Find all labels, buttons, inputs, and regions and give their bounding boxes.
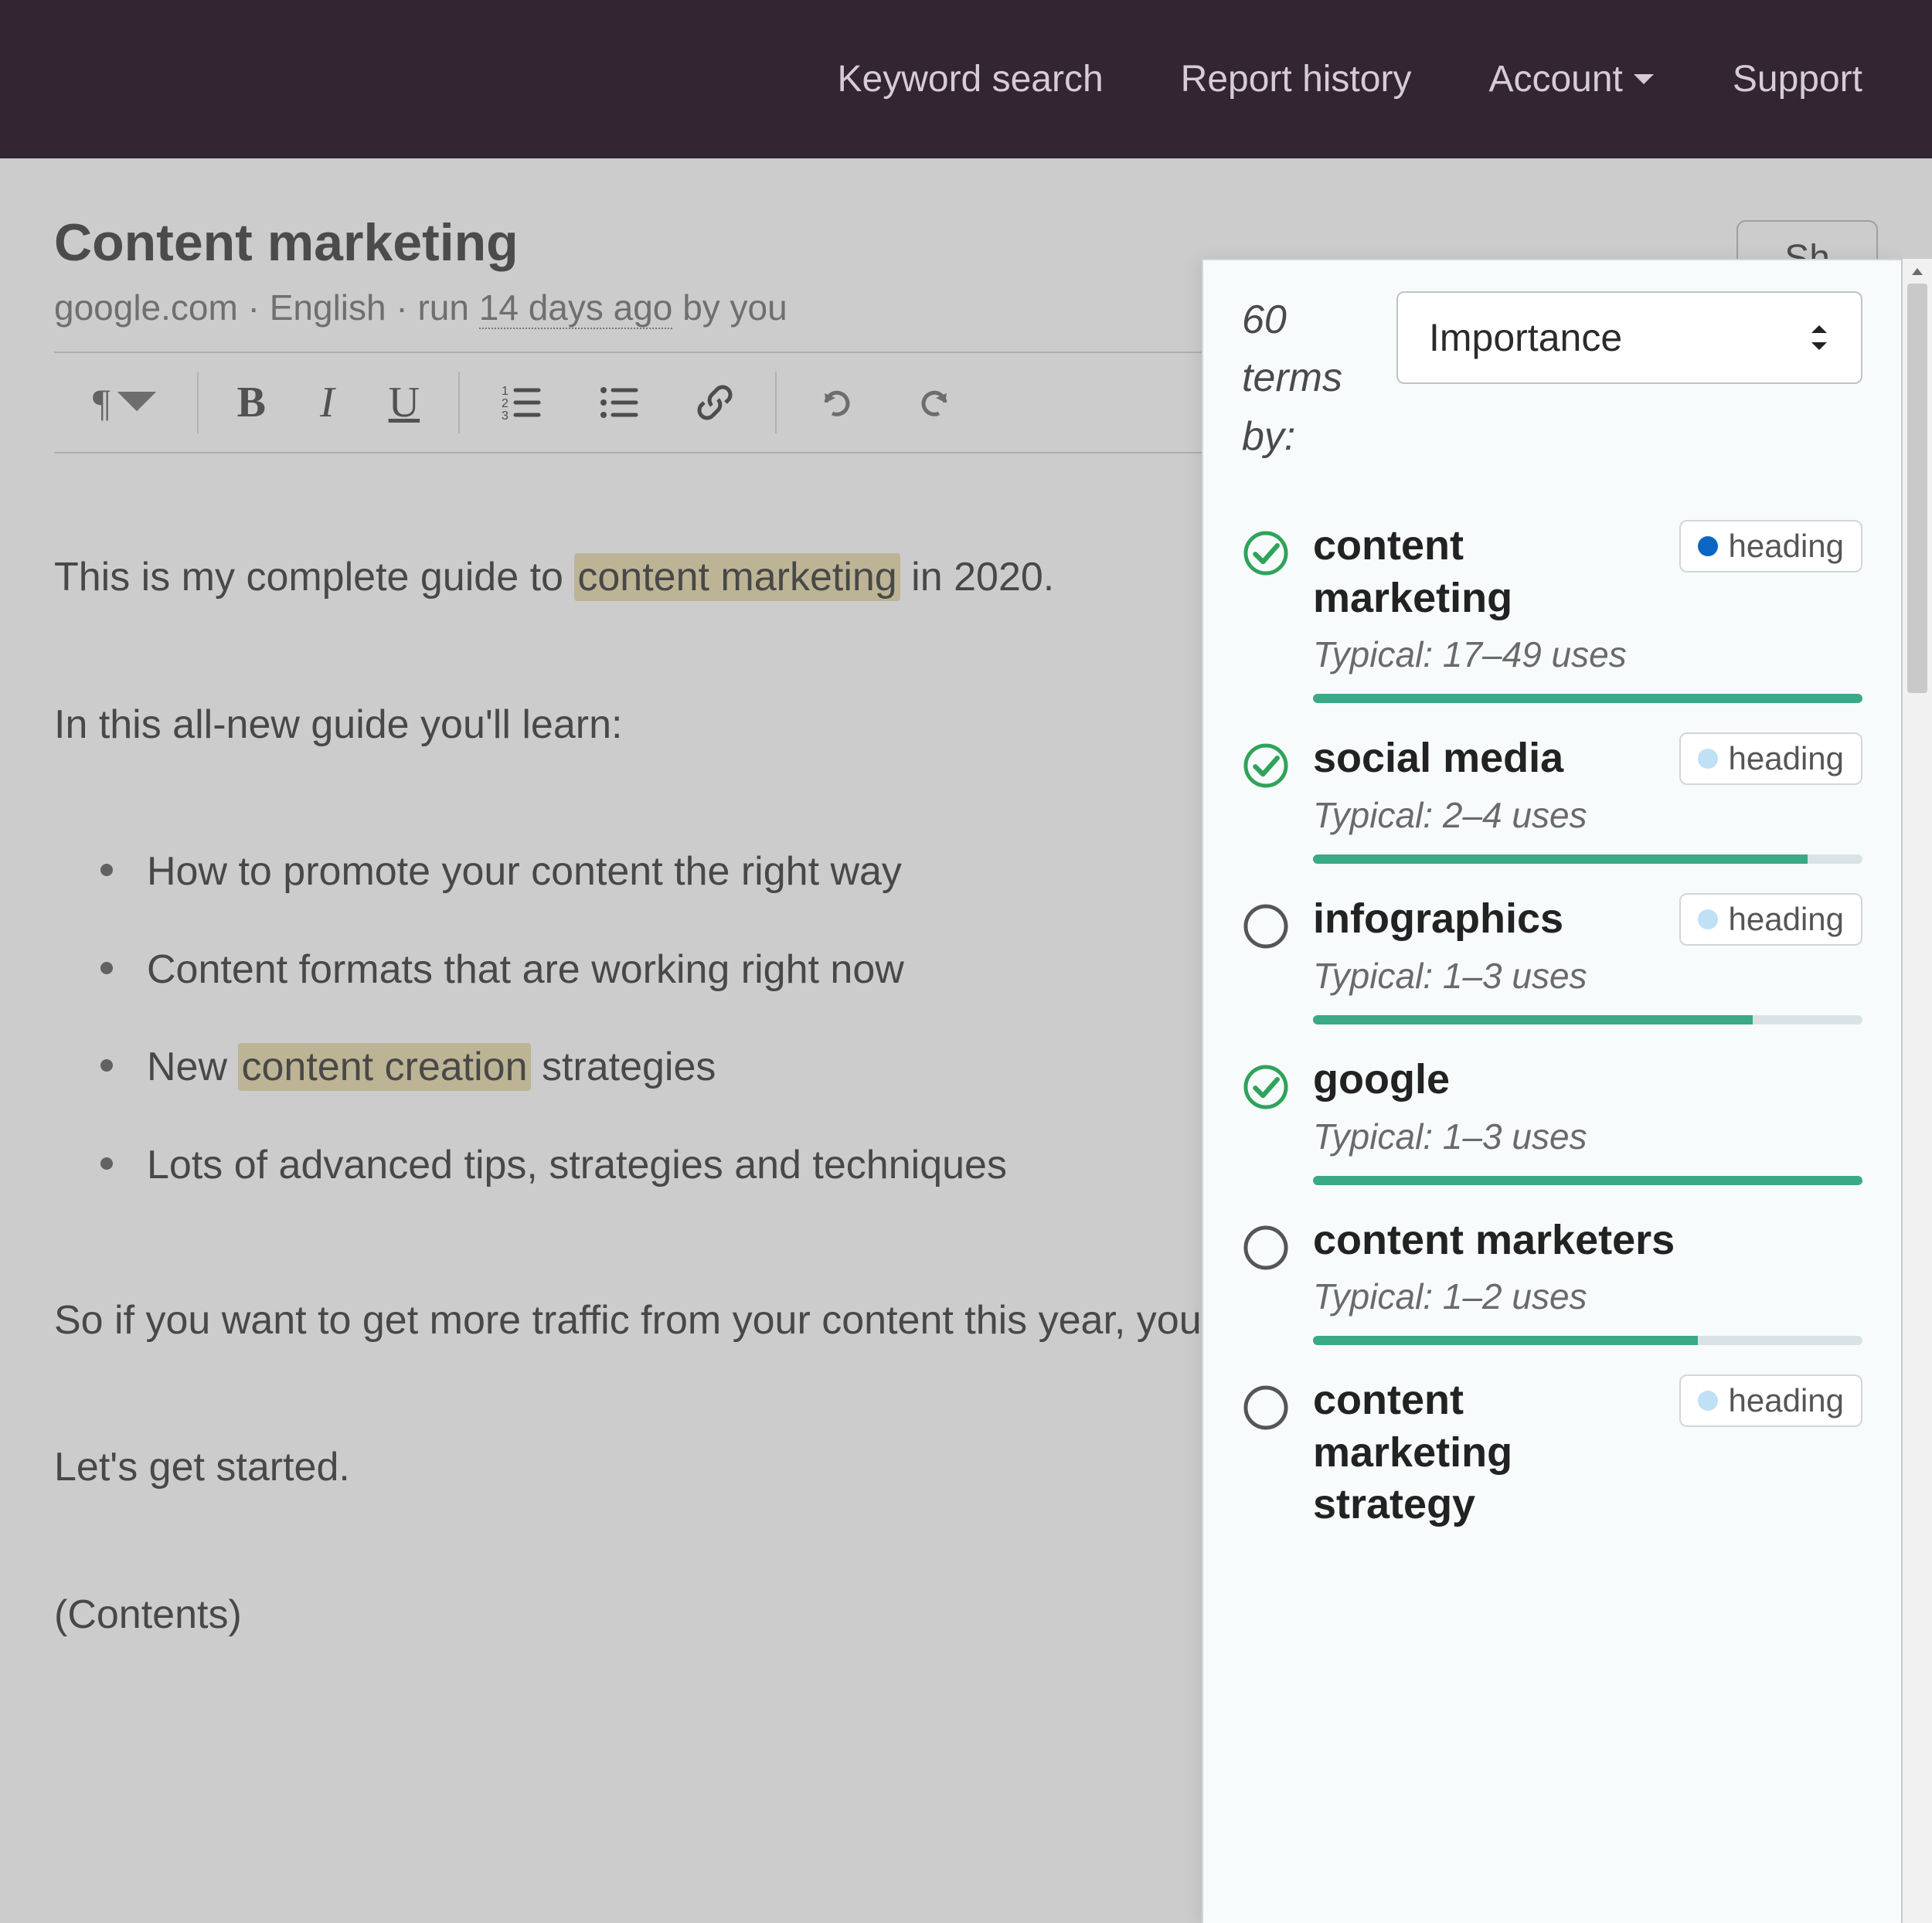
badge-dot-icon [1698,909,1718,929]
term-row[interactable]: content marketing heading Typical: 17–49 u… [1242,520,1862,703]
svg-text:2: 2 [502,397,509,410]
pilcrow-icon: ¶ [93,380,111,425]
term-typical: Typical: 17–49 uses [1313,634,1862,675]
top-navbar: Keyword search Report history Account Su… [0,0,1932,158]
term-typical: Typical: 1–3 uses [1313,1116,1862,1157]
bold-button[interactable]: B [237,378,266,427]
term-progress [1313,1336,1862,1345]
scroll-track[interactable] [1903,284,1932,1923]
undo-button[interactable] [815,381,859,424]
nav-report-history[interactable]: Report history [1181,58,1412,100]
meta-language: English [270,287,386,328]
term-progress [1313,694,1862,703]
heading-badge[interactable]: heading [1679,893,1862,946]
svg-text:1: 1 [502,385,509,398]
panel-scrollbar[interactable] [1903,259,1932,1923]
ordered-list-button[interactable]: 123 [498,381,542,424]
badge-label: heading [1729,740,1844,777]
badge-dot-icon [1698,749,1718,769]
term-typical: Typical: 2–4 uses [1313,794,1862,836]
meta-run-suffix: by you [682,287,787,328]
chevron-down-icon [1632,73,1655,87]
sort-caret-icon [1808,322,1830,353]
term-typical: Typical: 1–2 uses [1313,1276,1862,1317]
badge-label: heading [1729,1382,1844,1419]
term-row[interactable]: google Typical: 1–3 uses [1242,1054,1862,1185]
empty-circle-icon [1242,1224,1290,1272]
term-row[interactable]: social media heading Typical: 2–4 uses [1242,732,1862,864]
highlighted-term: content creation [238,1043,530,1091]
svg-text:3: 3 [502,409,509,423]
check-circle-icon [1242,1063,1290,1111]
heading-badge[interactable]: heading [1679,1374,1862,1427]
link-icon [693,381,736,424]
nav-account[interactable]: Account [1488,58,1655,100]
heading-badge[interactable]: heading [1679,732,1862,785]
link-button[interactable] [693,381,736,424]
underline-button[interactable]: U [389,378,420,427]
badge-dot-icon [1698,1391,1718,1411]
sort-select[interactable]: Importance [1396,291,1862,384]
check-circle-icon [1242,529,1290,577]
check-circle-icon [1242,742,1290,790]
terms-count-label: 60 terms by: [1242,291,1373,466]
unordered-list-button[interactable] [596,381,639,424]
scroll-thumb[interactable] [1907,284,1927,693]
paragraph-format-button[interactable]: ¶ [93,380,158,425]
meta-run-age[interactable]: 14 days ago [479,287,673,329]
term-progress [1313,1015,1862,1024]
undo-icon [815,381,859,424]
term-row[interactable]: content marketers Typical: 1–2 uses [1242,1215,1862,1346]
redo-button[interactable] [913,381,956,424]
nav-keyword-search[interactable]: Keyword search [838,58,1104,100]
scroll-up-button[interactable] [1903,259,1932,284]
panel-fade [1203,1784,1901,1923]
term-row[interactable]: content marketing strategy heading [1242,1374,1862,1531]
term-label: content marketing strategy [1313,1374,1664,1531]
empty-circle-icon [1242,1384,1290,1432]
badge-dot-icon [1698,536,1718,556]
redo-icon [913,381,956,424]
term-row[interactable]: infographics heading Typical: 1–3 uses [1242,893,1862,1024]
chevron-down-icon [115,381,158,424]
unordered-list-icon [596,381,639,424]
nav-support[interactable]: Support [1733,58,1862,100]
meta-domain: google.com [54,287,238,328]
ordered-list-icon: 123 [498,381,542,424]
term-label: google [1313,1054,1450,1106]
heading-badge[interactable]: heading [1679,520,1862,572]
terms-panel: 60 terms by: Importance content marketin… [1202,259,1901,1923]
term-label: content marketers [1313,1215,1675,1267]
term-label: social media [1313,732,1563,785]
empty-circle-icon [1242,902,1290,950]
term-progress [1313,854,1862,864]
term-label: infographics [1313,893,1563,946]
highlighted-term: content marketing [574,553,900,601]
term-progress [1313,1176,1862,1185]
meta-run-prefix: run [417,287,468,328]
italic-button[interactable]: I [320,378,335,427]
badge-label: heading [1729,528,1844,565]
term-label: content marketing [1313,520,1664,624]
term-typical: Typical: 1–3 uses [1313,955,1862,997]
sort-value: Importance [1429,315,1622,360]
nav-account-label: Account [1488,58,1622,100]
badge-label: heading [1729,901,1844,938]
